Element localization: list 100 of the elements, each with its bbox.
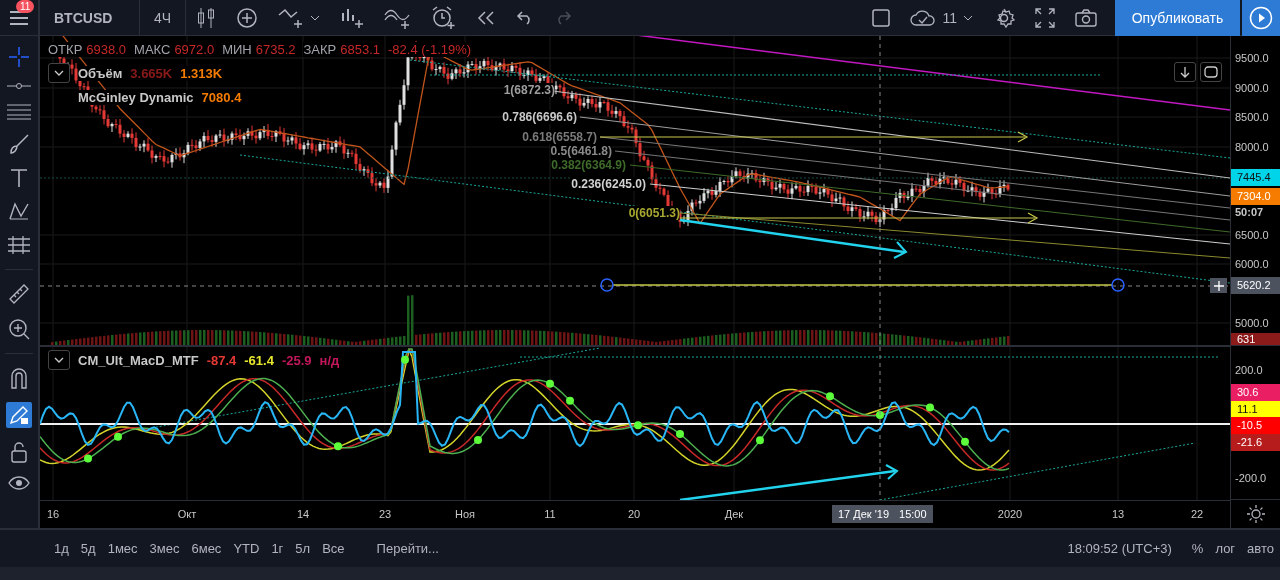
range-button[interactable]: YTD — [227, 540, 266, 556]
plus-icon — [1213, 280, 1224, 291]
fib-level-label: 0(6051.3) — [628, 206, 680, 220]
time-axis-label: 20 — [627, 508, 641, 520]
crosshair-time-label: 17 Дек '19 15:00 — [832, 505, 933, 523]
collapse-button[interactable] — [48, 350, 70, 370]
price-axis-label: 6000.0 — [1235, 257, 1269, 272]
lock-icon[interactable] — [10, 441, 28, 463]
range-button[interactable]: Все — [316, 540, 351, 556]
indicator-marker: 30.6 — [1231, 384, 1280, 402]
pattern-icon[interactable] — [8, 201, 30, 221]
ruler-icon[interactable] — [8, 283, 30, 305]
pencil-lock-icon — [8, 404, 30, 426]
price-marker: 7445.4 — [1231, 169, 1280, 186]
range-button[interactable]: 5л — [289, 540, 317, 556]
eye-icon[interactable] — [8, 476, 30, 490]
interval-button[interactable]: 4Ч — [140, 0, 187, 36]
symbol-button[interactable]: BTCUSD — [40, 0, 140, 36]
text-icon[interactable] — [10, 168, 28, 188]
indicator-name: Объём — [78, 65, 123, 81]
price-axis-label: 200.0 — [1235, 363, 1263, 379]
notification-badge: 11 — [16, 0, 35, 13]
indicator-name: CM_Ult_MacD_MTF — [78, 352, 199, 368]
add-circle-icon[interactable] — [236, 6, 259, 29]
time-axis-label: Ноя — [455, 508, 475, 520]
caret-icon[interactable] — [310, 14, 321, 21]
square-icon[interactable] — [872, 8, 891, 27]
camera-icon[interactable] — [1075, 8, 1097, 27]
price-axis-label: 6500.0 — [1235, 228, 1269, 243]
fib-lines-icon[interactable] — [7, 104, 31, 120]
scroll-down-button[interactable] — [1174, 62, 1196, 82]
bar-countdown: 50:07 — [1235, 205, 1264, 220]
time-axis-label: 22 — [1190, 508, 1204, 520]
brightness-icon[interactable] — [1246, 505, 1265, 524]
publish-button[interactable]: Опубликовать — [1115, 0, 1240, 36]
lock-drawing-button[interactable] — [6, 402, 32, 428]
time-axis-label: 2020 — [997, 508, 1023, 520]
replay-icon[interactable] — [476, 9, 497, 26]
ohlc-value: 6972.0 — [174, 41, 215, 57]
zoom-in-icon[interactable] — [8, 318, 30, 340]
range-button[interactable]: 1мес — [101, 540, 144, 556]
volume-marker: 631 — [1231, 333, 1280, 345]
alarm-clock-icon[interactable] — [430, 5, 457, 30]
time-axis-label: 13 — [1111, 508, 1125, 520]
fib-level-label: 0.786(6696.6) — [502, 110, 577, 124]
ohlc-label: ОТКР — [48, 41, 83, 57]
add-button[interactable] — [1210, 278, 1227, 293]
range-button[interactable]: 6мес — [185, 540, 228, 556]
time-axis-label: Дек — [724, 508, 744, 520]
scale-option-button[interactable]: % — [1185, 540, 1210, 556]
price-axis-label: 8000.0 — [1235, 140, 1269, 155]
range-button[interactable]: 3мес — [143, 540, 186, 556]
fib-level-label: 0.5(6461.8) — [550, 144, 612, 158]
menu-icon[interactable] — [9, 9, 29, 26]
time-axis-label: Окт — [177, 508, 197, 520]
range-button[interactable]: 1г — [265, 540, 290, 556]
crosshair-icon[interactable] — [8, 46, 30, 68]
auto-scale-button[interactable] — [1200, 62, 1222, 82]
fib-level-label: 0.236(6245.0) — [571, 177, 646, 191]
range-button[interactable]: 1д — [48, 540, 75, 556]
time-axis-label: 23 — [378, 508, 392, 520]
indicator-value: 1.313K — [180, 65, 223, 81]
play-icon — [1249, 5, 1273, 30]
go-to-date-button[interactable]: Перейти... — [370, 540, 445, 556]
cloud-check-icon[interactable] — [910, 8, 937, 27]
candlestick-icon[interactable] — [196, 6, 217, 29]
bar-chart-icon[interactable] — [340, 6, 365, 29]
fib-level-label: 0.382(6364.9) — [551, 158, 626, 172]
price-marker: 7304.0 — [1231, 188, 1280, 205]
fullscreen-icon[interactable] — [1035, 7, 1055, 28]
trend-line-icon[interactable] — [7, 81, 31, 91]
indicator-marker: -21.6 — [1231, 434, 1280, 452]
chevron-icon — [54, 70, 64, 76]
indicators-icon[interactable] — [278, 6, 305, 29]
price-axis-label: -200.0 — [1235, 471, 1267, 487]
time-axis-label: 14 — [296, 508, 310, 520]
play-button[interactable] — [1242, 0, 1280, 36]
brush-icon[interactable] — [8, 133, 30, 155]
time-axis-label: 11 — [544, 508, 556, 520]
fib-level-label: 0.618(6558.7) — [522, 130, 597, 144]
saved-count: 11 — [942, 9, 957, 26]
indicator-value: -25.9 — [281, 352, 312, 368]
indicator-marker: -10.5 — [1231, 417, 1280, 435]
chevron-icon — [54, 357, 64, 363]
indicator-name: McGinley Dynamic — [78, 89, 194, 105]
price-axis-label: 5000.0 — [1235, 316, 1269, 331]
projection-icon[interactable] — [7, 234, 31, 256]
price-axis-label: 8500.0 — [1235, 110, 1269, 125]
price-change: -82.4 (-1.19%) — [388, 41, 472, 57]
scale-option-button[interactable]: лог — [1209, 540, 1242, 556]
down-arrow-icon — [1180, 66, 1190, 78]
ohlc-label: ЗАКР — [303, 41, 337, 57]
time-axis-label: 16 — [46, 508, 60, 520]
collapse-button[interactable] — [48, 63, 70, 83]
magnet-icon[interactable] — [9, 367, 29, 389]
range-button[interactable]: 5д — [74, 540, 102, 556]
clock-label: 18:09:52 (UTC+3) — [1067, 540, 1172, 556]
frame-icon — [1204, 66, 1218, 78]
caret-icon[interactable] — [963, 14, 973, 21]
scale-option-button[interactable]: авто — [1241, 540, 1280, 556]
